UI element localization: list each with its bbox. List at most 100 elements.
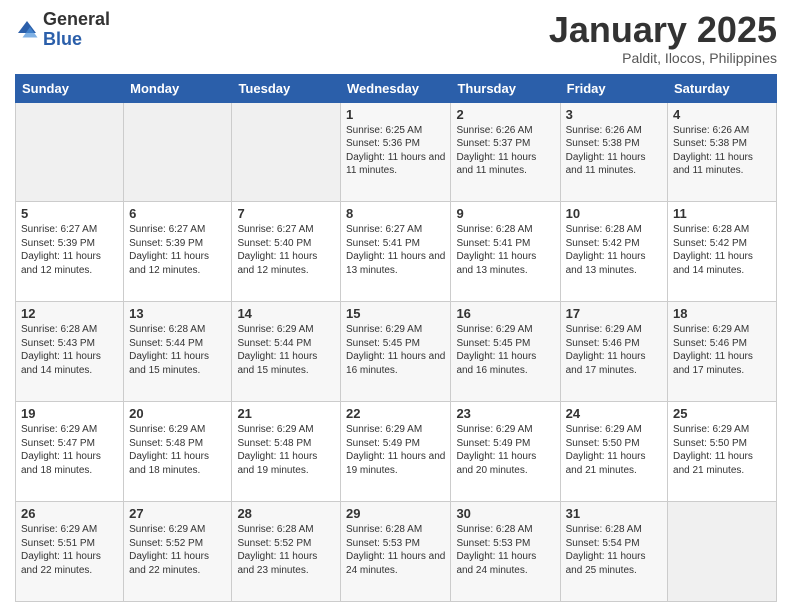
day-number: 16 [456, 306, 554, 321]
logo-icon [15, 18, 39, 42]
calendar-cell: 7 Sunrise: 6:27 AMSunset: 5:40 PMDaylight… [232, 202, 341, 302]
calendar-header-row: SundayMondayTuesdayWednesdayThursdayFrid… [16, 74, 777, 102]
day-number: 8 [346, 206, 445, 221]
day-info: Sunrise: 6:28 AMSunset: 5:41 PMDaylight:… [456, 223, 554, 277]
logo-blue: Blue [43, 29, 82, 49]
day-info: Sunrise: 6:28 AMSunset: 5:53 PMDaylight:… [456, 523, 554, 577]
column-header-sunday: Sunday [16, 74, 124, 102]
day-number: 31 [566, 506, 662, 521]
week-row-5: 26 Sunrise: 6:29 AMSunset: 5:51 PMDayligh… [16, 502, 777, 602]
column-header-tuesday: Tuesday [232, 74, 341, 102]
calendar-cell: 24 Sunrise: 6:29 AMSunset: 5:50 PMDayligh… [560, 402, 667, 502]
day-info: Sunrise: 6:29 AMSunset: 5:46 PMDaylight:… [673, 323, 771, 377]
day-info: Sunrise: 6:29 AMSunset: 5:49 PMDaylight:… [456, 423, 554, 477]
day-info: Sunrise: 6:29 AMSunset: 5:50 PMDaylight:… [566, 423, 662, 477]
day-number: 22 [346, 406, 445, 421]
calendar-cell: 15 Sunrise: 6:29 AMSunset: 5:45 PMDayligh… [341, 302, 451, 402]
day-info: Sunrise: 6:27 AMSunset: 5:40 PMDaylight:… [237, 223, 335, 277]
header: General Blue January 2025 Paldit, Ilocos… [15, 10, 777, 66]
calendar-cell: 9 Sunrise: 6:28 AMSunset: 5:41 PMDaylight… [451, 202, 560, 302]
day-number: 3 [566, 107, 662, 122]
week-row-4: 19 Sunrise: 6:29 AMSunset: 5:47 PMDayligh… [16, 402, 777, 502]
calendar-cell: 10 Sunrise: 6:28 AMSunset: 5:42 PMDayligh… [560, 202, 667, 302]
calendar-cell: 30 Sunrise: 6:28 AMSunset: 5:53 PMDayligh… [451, 502, 560, 602]
title-block: January 2025 Paldit, Ilocos, Philippines [549, 10, 777, 66]
day-info: Sunrise: 6:27 AMSunset: 5:39 PMDaylight:… [129, 223, 226, 277]
day-number: 13 [129, 306, 226, 321]
logo-text: General Blue [43, 10, 110, 50]
calendar-cell: 14 Sunrise: 6:29 AMSunset: 5:44 PMDayligh… [232, 302, 341, 402]
day-number: 14 [237, 306, 335, 321]
day-number: 5 [21, 206, 118, 221]
day-number: 10 [566, 206, 662, 221]
calendar-cell: 26 Sunrise: 6:29 AMSunset: 5:51 PMDayligh… [16, 502, 124, 602]
calendar-cell: 28Sunrise: 6:28 AMSunset: 5:52 PMDayligh… [232, 502, 341, 602]
day-number: 12 [21, 306, 118, 321]
calendar-cell [668, 502, 777, 602]
subtitle: Paldit, Ilocos, Philippines [549, 50, 777, 66]
logo-general: General [43, 9, 110, 29]
calendar-cell: 6Sunrise: 6:27 AMSunset: 5:39 PMDaylight… [124, 202, 232, 302]
week-row-2: 5 Sunrise: 6:27 AMSunset: 5:39 PMDaylight… [16, 202, 777, 302]
day-number: 23 [456, 406, 554, 421]
day-number: 2 [456, 107, 554, 122]
day-info: Sunrise: 6:28 AMSunset: 5:42 PMDaylight:… [566, 223, 662, 277]
calendar: SundayMondayTuesdayWednesdayThursdayFrid… [15, 74, 777, 602]
day-info: Sunrise: 6:29 AMSunset: 5:44 PMDaylight:… [237, 323, 335, 377]
day-number: 25 [673, 406, 771, 421]
calendar-cell: 8Sunrise: 6:27 AMSunset: 5:41 PMDaylight… [341, 202, 451, 302]
calendar-cell: 21Sunrise: 6:29 AMSunset: 5:48 PMDayligh… [232, 402, 341, 502]
page: General Blue January 2025 Paldit, Ilocos… [0, 0, 792, 612]
day-info: Sunrise: 6:28 AMSunset: 5:43 PMDaylight:… [21, 323, 118, 377]
day-info: Sunrise: 6:28 AMSunset: 5:42 PMDaylight:… [673, 223, 771, 277]
calendar-cell: 31 Sunrise: 6:28 AMSunset: 5:54 PMDayligh… [560, 502, 667, 602]
day-number: 29 [346, 506, 445, 521]
calendar-cell: 2Sunrise: 6:26 AMSunset: 5:37 PMDaylight… [451, 102, 560, 202]
day-info: Sunrise: 6:29 AMSunset: 5:48 PMDaylight:… [129, 423, 226, 477]
calendar-cell: 29 Sunrise: 6:28 AMSunset: 5:53 PMDayligh… [341, 502, 451, 602]
day-number: 15 [346, 306, 445, 321]
day-number: 30 [456, 506, 554, 521]
calendar-cell: 5 Sunrise: 6:27 AMSunset: 5:39 PMDaylight… [16, 202, 124, 302]
day-info: Sunrise: 6:29 AMSunset: 5:48 PMDaylight:… [237, 423, 335, 477]
day-number: 7 [237, 206, 335, 221]
day-number: 9 [456, 206, 554, 221]
day-info: Sunrise: 6:27 AMSunset: 5:39 PMDaylight:… [21, 223, 118, 277]
column-header-monday: Monday [124, 74, 232, 102]
calendar-cell [124, 102, 232, 202]
day-info: Sunrise: 6:29 AMSunset: 5:46 PMDaylight:… [566, 323, 662, 377]
day-number: 17 [566, 306, 662, 321]
day-info: Sunrise: 6:29 AMSunset: 5:49 PMDaylight:… [346, 423, 445, 477]
calendar-cell: 12 Sunrise: 6:28 AMSunset: 5:43 PMDayligh… [16, 302, 124, 402]
calendar-cell: 3 Sunrise: 6:26 AMSunset: 5:38 PMDaylight… [560, 102, 667, 202]
week-row-3: 12 Sunrise: 6:28 AMSunset: 5:43 PMDayligh… [16, 302, 777, 402]
calendar-cell: 19 Sunrise: 6:29 AMSunset: 5:47 PMDayligh… [16, 402, 124, 502]
day-number: 24 [566, 406, 662, 421]
day-number: 11 [673, 206, 771, 221]
day-number: 28 [237, 506, 335, 521]
day-number: 19 [21, 406, 118, 421]
calendar-cell: 23 Sunrise: 6:29 AMSunset: 5:49 PMDayligh… [451, 402, 560, 502]
day-number: 1 [346, 107, 445, 122]
day-number: 27 [129, 506, 226, 521]
day-info: Sunrise: 6:26 AMSunset: 5:38 PMDaylight:… [673, 124, 771, 178]
calendar-cell: 1Sunrise: 6:25 AMSunset: 5:36 PMDaylight… [341, 102, 451, 202]
day-number: 4 [673, 107, 771, 122]
day-info: Sunrise: 6:29 AMSunset: 5:51 PMDaylight:… [21, 523, 118, 577]
day-info: Sunrise: 6:29 AMSunset: 5:47 PMDaylight:… [21, 423, 118, 477]
day-info: Sunrise: 6:29 AMSunset: 5:45 PMDaylight:… [346, 323, 445, 377]
logo: General Blue [15, 10, 110, 50]
calendar-cell: 11 Sunrise: 6:28 AMSunset: 5:42 PMDayligh… [668, 202, 777, 302]
day-info: Sunrise: 6:29 AMSunset: 5:45 PMDaylight:… [456, 323, 554, 377]
day-number: 26 [21, 506, 118, 521]
column-header-saturday: Saturday [668, 74, 777, 102]
day-info: Sunrise: 6:28 AMSunset: 5:54 PMDaylight:… [566, 523, 662, 577]
column-header-wednesday: Wednesday [341, 74, 451, 102]
column-header-friday: Friday [560, 74, 667, 102]
calendar-cell: 25Sunrise: 6:29 AMSunset: 5:50 PMDayligh… [668, 402, 777, 502]
calendar-cell: 22 Sunrise: 6:29 AMSunset: 5:49 PMDayligh… [341, 402, 451, 502]
calendar-cell: 16 Sunrise: 6:29 AMSunset: 5:45 PMDayligh… [451, 302, 560, 402]
day-info: Sunrise: 6:26 AMSunset: 5:38 PMDaylight:… [566, 124, 662, 178]
day-info: Sunrise: 6:29 AMSunset: 5:52 PMDaylight:… [129, 523, 226, 577]
day-info: Sunrise: 6:28 AMSunset: 5:53 PMDaylight:… [346, 523, 445, 577]
